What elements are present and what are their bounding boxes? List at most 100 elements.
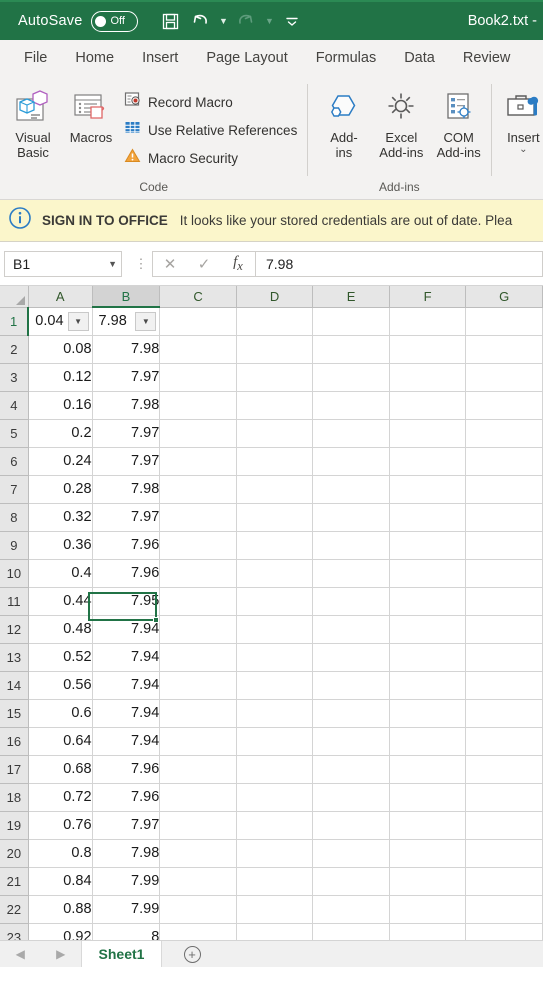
cell-C2[interactable]: [159, 335, 237, 364]
row-header-22[interactable]: 22: [0, 895, 29, 924]
cell-E2[interactable]: [312, 335, 390, 364]
cell-A20[interactable]: 0.8: [28, 839, 93, 868]
cell-D19[interactable]: [236, 811, 314, 840]
cell-C14[interactable]: [159, 671, 237, 700]
cell-A6[interactable]: 0.24: [28, 447, 93, 476]
row-header-8[interactable]: 8: [0, 503, 29, 532]
add-ins-button[interactable]: Add- ins: [315, 82, 372, 178]
cell-B7[interactable]: 7.98: [92, 475, 161, 504]
cell-F3[interactable]: [389, 363, 467, 392]
cell-C7[interactable]: [159, 475, 237, 504]
cell-A15[interactable]: 0.6: [28, 699, 93, 728]
record-macro-button[interactable]: Record Macro: [124, 88, 303, 116]
column-header-b[interactable]: B: [92, 286, 161, 308]
cell-A22[interactable]: 0.88: [28, 895, 93, 924]
cell-A4[interactable]: 0.16: [28, 391, 93, 420]
cell-B6[interactable]: 7.97: [92, 447, 161, 476]
cell-B19[interactable]: 7.97: [92, 811, 161, 840]
column-header-g[interactable]: G: [465, 286, 543, 308]
row-header-3[interactable]: 3: [0, 363, 29, 392]
cell-B12[interactable]: 7.94: [92, 615, 161, 644]
cell-G4[interactable]: [465, 391, 543, 420]
cell-F2[interactable]: [389, 335, 467, 364]
cell-G16[interactable]: [465, 727, 543, 756]
cell-E1[interactable]: [312, 307, 390, 336]
cell-A7[interactable]: 0.28: [28, 475, 93, 504]
cell-B10[interactable]: 7.96: [92, 559, 161, 588]
cell-A10[interactable]: 0.4: [28, 559, 93, 588]
autofilter-dropdown-A1[interactable]: ▼: [67, 311, 89, 331]
tab-home[interactable]: Home: [61, 40, 128, 76]
customize-quick-access-toolbar-icon[interactable]: [278, 7, 306, 35]
redo-icon[interactable]: [232, 7, 260, 35]
cell-D16[interactable]: [236, 727, 314, 756]
cell-D9[interactable]: [236, 531, 314, 560]
use-relative-references-button[interactable]: Use Relative References: [124, 116, 303, 144]
cell-G3[interactable]: [465, 363, 543, 392]
check-icon[interactable]: ✓: [187, 255, 221, 273]
row-header-4[interactable]: 4: [0, 391, 29, 420]
cell-B16[interactable]: 7.94: [92, 727, 161, 756]
cell-G19[interactable]: [465, 811, 543, 840]
cell-F18[interactable]: [389, 783, 467, 812]
cell-C1[interactable]: [159, 307, 237, 336]
row-header-7[interactable]: 7: [0, 475, 29, 504]
cell-F10[interactable]: [389, 559, 467, 588]
row-header-12[interactable]: 12: [0, 615, 29, 644]
cell-B18[interactable]: 7.96: [92, 783, 161, 812]
cell-A17[interactable]: 0.68: [28, 755, 93, 784]
cell-E9[interactable]: [312, 531, 390, 560]
cell-C19[interactable]: [159, 811, 237, 840]
row-header-16[interactable]: 16: [0, 727, 29, 756]
cell-A18[interactable]: 0.72: [28, 783, 93, 812]
save-icon[interactable]: [156, 7, 184, 35]
cancel-icon[interactable]: ✕: [153, 255, 187, 273]
previous-sheet-icon[interactable]: ◀: [16, 947, 25, 961]
cell-B5[interactable]: 7.97: [92, 419, 161, 448]
cell-E14[interactable]: [312, 671, 390, 700]
excel-add-ins-button[interactable]: Excel Add-ins: [373, 82, 430, 178]
cell-B13[interactable]: 7.94: [92, 643, 161, 672]
cell-G12[interactable]: [465, 615, 543, 644]
cell-F22[interactable]: [389, 895, 467, 924]
row-header-18[interactable]: 18: [0, 783, 29, 812]
cell-B11[interactable]: 7.95: [92, 587, 161, 616]
row-header-1[interactable]: 1: [0, 307, 30, 336]
fill-handle[interactable]: [153, 617, 159, 623]
row-header-21[interactable]: 21: [0, 867, 29, 896]
cell-D4[interactable]: [236, 391, 314, 420]
cell-D15[interactable]: [236, 699, 314, 728]
insert-function-icon[interactable]: fx: [221, 254, 255, 274]
cell-D10[interactable]: [236, 559, 314, 588]
cell-C15[interactable]: [159, 699, 237, 728]
cell-F20[interactable]: [389, 839, 467, 868]
cell-D11[interactable]: [236, 587, 314, 616]
row-header-20[interactable]: 20: [0, 839, 29, 868]
name-box[interactable]: B1 ▼: [4, 250, 122, 277]
cell-G13[interactable]: [465, 643, 543, 672]
cell-A13[interactable]: 0.52: [28, 643, 93, 672]
redo-dropdown-chevron-down-icon[interactable]: ▼: [262, 7, 276, 35]
tab-page-layout[interactable]: Page Layout: [192, 40, 301, 76]
cell-E13[interactable]: [312, 643, 390, 672]
cell-G7[interactable]: [465, 475, 543, 504]
autofilter-dropdown-B1[interactable]: ▼: [135, 312, 157, 331]
cell-F21[interactable]: [389, 867, 467, 896]
cell-E19[interactable]: [312, 811, 390, 840]
row-header-19[interactable]: 19: [0, 811, 29, 840]
row-header-15[interactable]: 15: [0, 699, 29, 728]
cell-D21[interactable]: [236, 867, 314, 896]
row-header-10[interactable]: 10: [0, 559, 29, 588]
undo-dropdown-chevron-down-icon[interactable]: ▼: [216, 7, 230, 35]
row-header-9[interactable]: 9: [0, 531, 29, 560]
cell-F12[interactable]: [389, 615, 467, 644]
cell-G21[interactable]: [465, 867, 543, 896]
cell-A1[interactable]: 0.04 ▼: [28, 307, 93, 336]
cell-B22[interactable]: 7.99: [92, 895, 161, 924]
cell-F19[interactable]: [389, 811, 467, 840]
cell-E10[interactable]: [312, 559, 390, 588]
row-header-2[interactable]: 2: [0, 335, 29, 364]
cell-G9[interactable]: [465, 531, 543, 560]
cell-E4[interactable]: [312, 391, 390, 420]
macros-button[interactable]: Macros: [62, 82, 120, 178]
